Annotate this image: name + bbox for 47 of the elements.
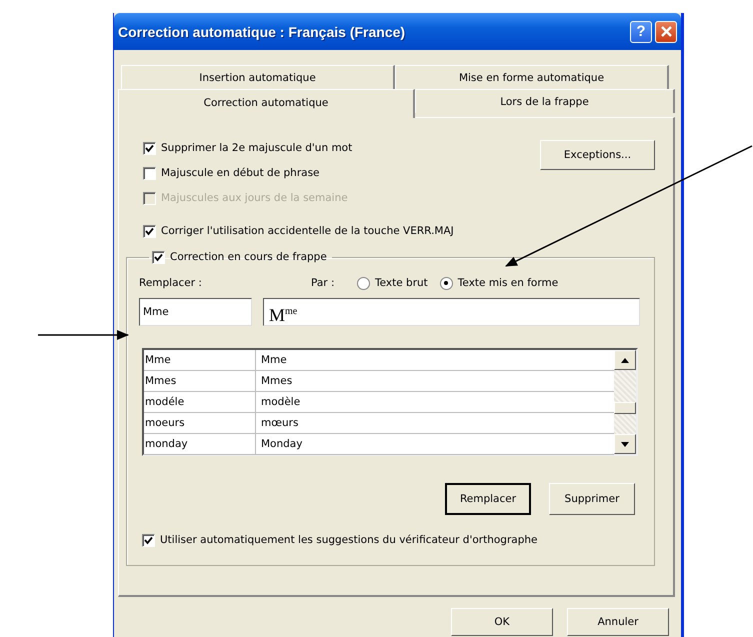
button[interactable]: Remplacer <box>445 483 531 515</box>
checkbox[interactable] <box>143 166 156 180</box>
radio-label: Texte mis en forme <box>458 277 558 289</box>
close-icon <box>660 25 672 38</box>
tab[interactable]: Lors de la frappe <box>415 89 675 113</box>
caret-icon <box>621 358 629 362</box>
table-cell-text: Monday <box>260 437 304 452</box>
checkbox-label: Utiliser automatiquement les suggestions du vérificateur d'orthographe <box>160 534 538 546</box>
checkbox[interactable] <box>143 224 156 238</box>
tab[interactable]: Correction automatique <box>118 89 415 118</box>
field-label: Remplacer : <box>139 277 203 289</box>
scroll-up-button[interactable] <box>614 350 636 370</box>
checkbox-label: Majuscule en début de phrase <box>161 167 320 179</box>
scroll-down-button[interactable] <box>614 434 636 454</box>
input-field[interactable]: M$^{me}$ <box>263 298 640 326</box>
checkbox[interactable] <box>152 250 165 264</box>
checkbox-label: Majuscules aux jours de la semaine <box>161 192 348 204</box>
radio-button[interactable] <box>440 276 453 290</box>
checkbox-label: Supprimer la 2e majuscule d'un mot <box>161 142 352 154</box>
table-cell: modéle <box>144 392 256 412</box>
table-cell: Mmes <box>144 371 256 391</box>
checkbox[interactable] <box>142 534 155 546</box>
close-button[interactable] <box>655 20 677 42</box>
checkbox[interactable] <box>143 142 156 154</box>
tab[interactable]: Insertion automatique <box>121 65 395 89</box>
table-cell-text: modèle <box>260 395 302 410</box>
input-field[interactable]: Mme <box>139 298 252 326</box>
table-cell-text: mœurs <box>260 416 300 431</box>
button[interactable]: OK <box>451 608 553 636</box>
table-cell: moeurs <box>144 413 256 433</box>
table-cell-text: Mmes <box>260 374 294 389</box>
checkbox-label: Corriger l'utilisation accidentelle de la touche VERR.MAJ <box>161 225 454 237</box>
button[interactable]: Annuler <box>567 608 669 636</box>
radio-button[interactable] <box>357 276 370 290</box>
scroll-thumb[interactable] <box>614 402 636 414</box>
window-title: Correction automatique : Français (France) <box>118 24 406 40</box>
table-cell-text: Mme <box>260 353 288 368</box>
scrollbar[interactable] <box>614 350 636 454</box>
checkbox-label: Correction en cours de frappe <box>170 251 327 263</box>
field-label: Par : <box>311 277 336 289</box>
exceptions-button[interactable]: Exceptions... <box>540 140 655 170</box>
button[interactable]: Supprimer <box>549 483 635 515</box>
caret-icon <box>621 442 629 446</box>
table-cell: Mme <box>144 350 256 370</box>
table-cell: monday <box>144 434 256 454</box>
tab[interactable]: Mise en forme automatique <box>395 65 669 89</box>
radio-label: Texte brut <box>375 277 428 289</box>
